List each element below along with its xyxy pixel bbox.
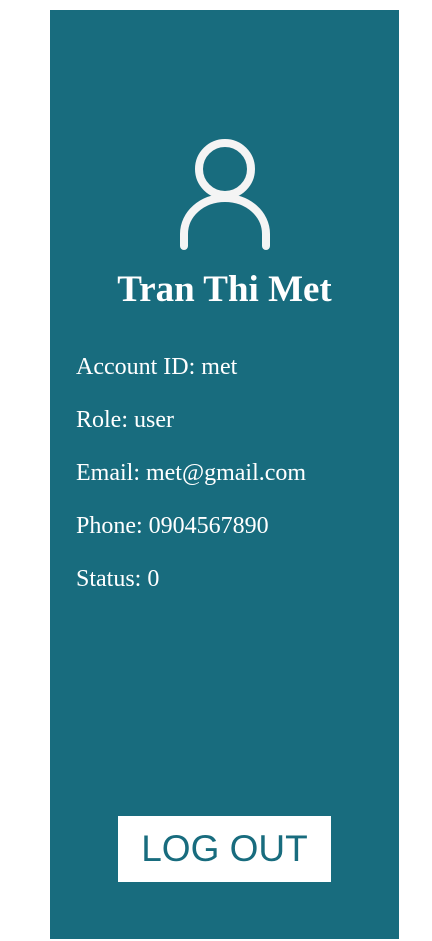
user-icon — [178, 138, 272, 250]
status: Status: 0 — [76, 566, 160, 592]
profile-panel: Tran Thi Met Account ID: met Role: user … — [50, 10, 399, 939]
phone: Phone: 0904567890 — [76, 513, 269, 539]
email: Email: met@gmail.com — [76, 460, 307, 486]
account-id: Account ID: met — [76, 354, 238, 380]
role: Role: user — [76, 407, 174, 433]
logout-button[interactable]: LOG OUT — [118, 816, 331, 882]
user-name: Tran Thi Met — [117, 269, 332, 310]
